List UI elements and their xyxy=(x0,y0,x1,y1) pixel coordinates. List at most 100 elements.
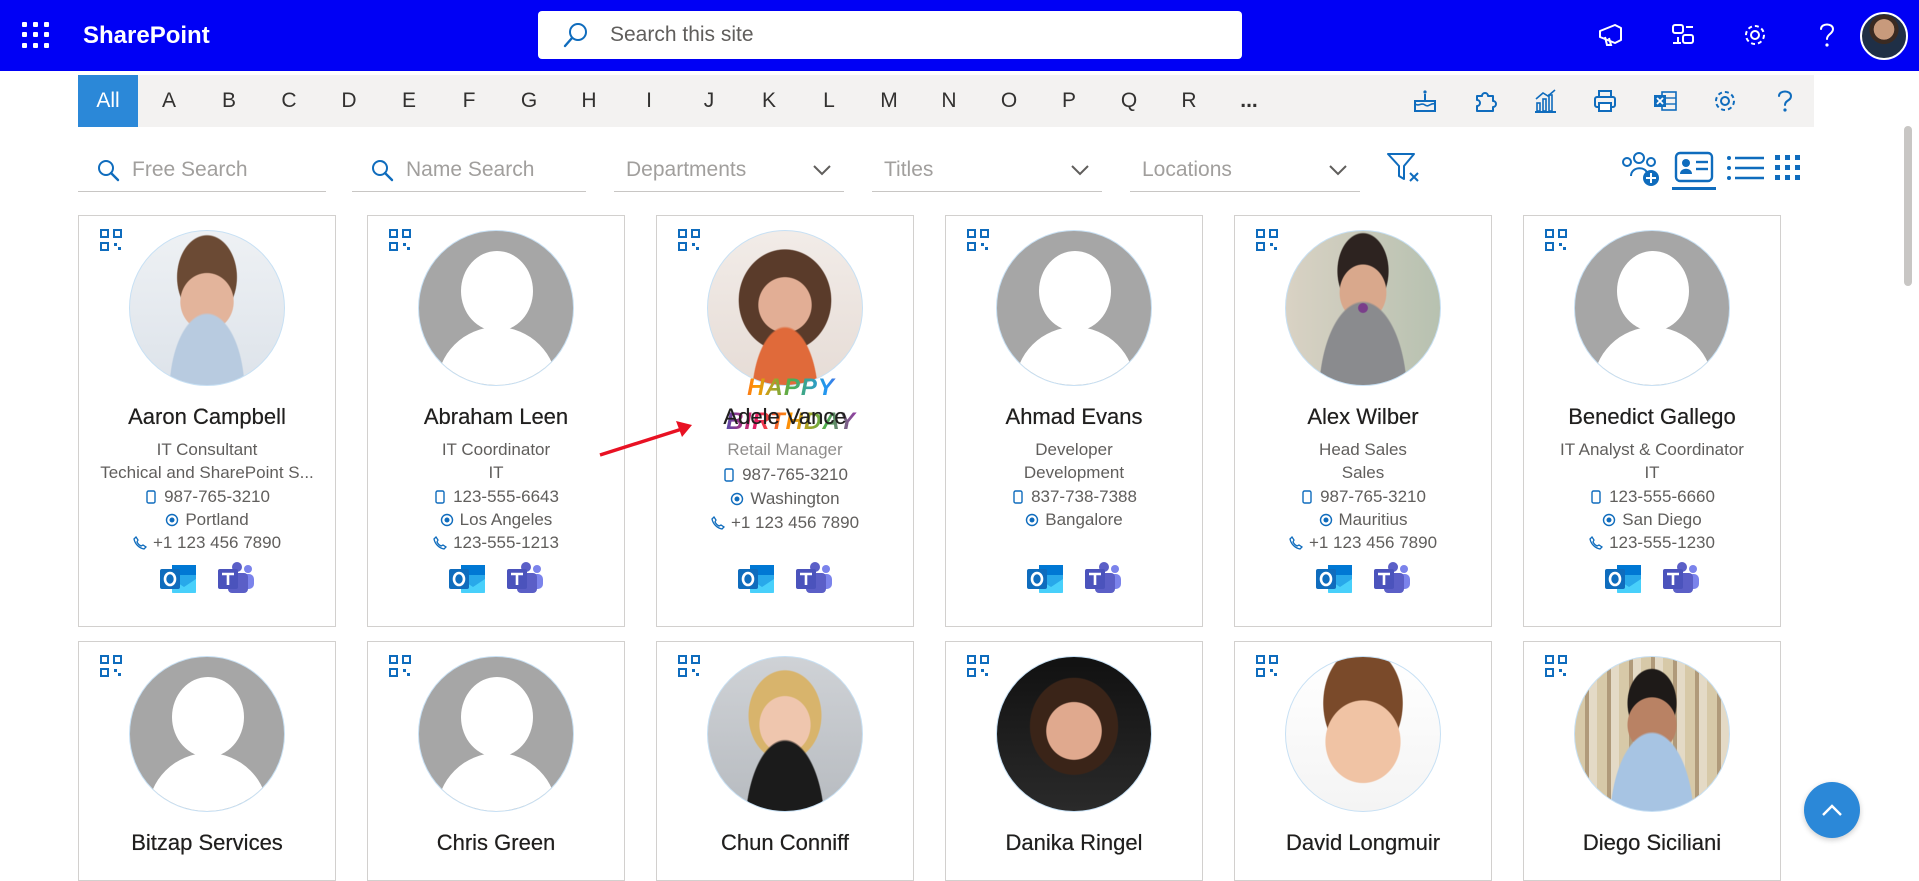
letter-m[interactable]: M xyxy=(864,75,914,127)
letter-b[interactable]: B xyxy=(204,75,254,127)
teams-icon[interactable] xyxy=(1083,561,1123,597)
site-search-box[interactable] xyxy=(538,11,1242,59)
default-avatar[interactable] xyxy=(996,230,1152,386)
person-card[interactable]: David Longmuir xyxy=(1234,641,1492,881)
person-name[interactable]: Chun Conniff xyxy=(657,830,913,856)
profile-photo[interactable] xyxy=(1285,230,1441,386)
qr-code-icon[interactable] xyxy=(99,654,123,678)
person-card[interactable]: Ahmad Evans Developer Development 837-73… xyxy=(945,215,1203,627)
grid-view-icon[interactable] xyxy=(1766,146,1810,190)
person-card[interactable]: Bitzap Services xyxy=(78,641,336,881)
letter-i[interactable]: I xyxy=(624,75,674,127)
qr-code-icon[interactable] xyxy=(388,654,412,678)
puzzle-icon[interactable] xyxy=(1468,84,1502,118)
letter-q[interactable]: Q xyxy=(1104,75,1154,127)
profile-photo[interactable] xyxy=(996,656,1152,812)
qr-code-icon[interactable] xyxy=(966,228,990,252)
person-card[interactable]: Abraham Leen IT Coordinator IT 123-555-6… xyxy=(367,215,625,627)
page-scrollbar[interactable] xyxy=(1904,126,1912,286)
user-avatar[interactable] xyxy=(1860,12,1908,60)
scroll-to-top-button[interactable] xyxy=(1804,782,1860,838)
profile-photo[interactable] xyxy=(1285,656,1441,812)
letter-g[interactable]: G xyxy=(504,75,554,127)
default-avatar[interactable] xyxy=(418,230,574,386)
person-card[interactable]: Aaron Campbell IT Consultant Techical an… xyxy=(78,215,336,627)
person-name[interactable]: Chris Green xyxy=(368,830,624,856)
card-view-icon[interactable] xyxy=(1672,146,1716,190)
print-icon[interactable] xyxy=(1588,84,1622,118)
qr-code-icon[interactable] xyxy=(677,654,701,678)
settings-icon[interactable] xyxy=(1719,14,1791,56)
qr-code-icon[interactable] xyxy=(1544,654,1568,678)
phone-row[interactable]: 123-555-1213 xyxy=(378,533,614,553)
departments-dropdown[interactable]: Departments xyxy=(614,148,844,192)
letter-n[interactable]: N xyxy=(924,75,974,127)
letter-r[interactable]: R xyxy=(1164,75,1214,127)
megaphone-icon[interactable] xyxy=(1575,14,1647,56)
letter-k[interactable]: K xyxy=(744,75,794,127)
brand-title[interactable]: SharePoint xyxy=(83,22,210,50)
profile-photo[interactable] xyxy=(707,230,863,386)
outlook-icon[interactable] xyxy=(158,561,198,597)
letter-o[interactable]: O xyxy=(984,75,1034,127)
help-icon[interactable] xyxy=(1791,14,1863,56)
qr-code-icon[interactable] xyxy=(966,654,990,678)
letter-d[interactable]: D xyxy=(324,75,374,127)
teams-icon[interactable] xyxy=(1372,561,1412,597)
letter-a[interactable]: A xyxy=(144,75,194,127)
more-letters-button[interactable]: ... xyxy=(1224,75,1274,127)
add-people-icon[interactable] xyxy=(1618,146,1662,190)
person-name[interactable]: Benedict Gallego xyxy=(1524,404,1780,430)
person-name[interactable]: Abraham Leen xyxy=(368,404,624,430)
analytics-icon[interactable] xyxy=(1528,84,1562,118)
qr-code-icon[interactable] xyxy=(99,228,123,252)
birthday-cake-icon[interactable] xyxy=(1408,84,1442,118)
letter-all[interactable]: All xyxy=(78,75,138,127)
default-avatar[interactable] xyxy=(1574,230,1730,386)
teams-icon[interactable] xyxy=(505,561,545,597)
person-name[interactable]: Danika Ringel xyxy=(946,830,1202,856)
titles-dropdown[interactable]: Titles xyxy=(872,148,1102,192)
outlook-icon[interactable] xyxy=(1025,561,1065,597)
person-card[interactable]: Benedict Gallego IT Analyst & Coordinato… xyxy=(1523,215,1781,627)
teams-icon[interactable] xyxy=(794,561,834,597)
list-view-icon[interactable] xyxy=(1724,146,1768,190)
default-avatar[interactable] xyxy=(129,656,285,812)
phone-row[interactable]: +1 123 456 7890 xyxy=(1245,533,1481,553)
qr-code-icon[interactable] xyxy=(1255,228,1279,252)
qr-code-icon[interactable] xyxy=(388,228,412,252)
phone-row[interactable]: +1 123 456 7890 xyxy=(667,513,903,533)
person-name[interactable]: Alex Wilber xyxy=(1235,404,1491,430)
help-icon[interactable] xyxy=(1768,84,1802,118)
letter-j[interactable]: J xyxy=(684,75,734,127)
free-search-field[interactable] xyxy=(78,148,326,192)
qr-code-icon[interactable] xyxy=(1544,228,1568,252)
outlook-icon[interactable] xyxy=(447,561,487,597)
mobile-row[interactable]: 987-765-3210 xyxy=(667,465,903,485)
name-search-input[interactable] xyxy=(406,157,586,182)
qr-code-icon[interactable] xyxy=(677,228,701,252)
site-search-input[interactable] xyxy=(610,23,1170,47)
profile-photo[interactable] xyxy=(707,656,863,812)
mobile-row[interactable]: 123-555-6660 xyxy=(1534,487,1770,507)
outlook-icon[interactable] xyxy=(1603,561,1643,597)
profile-photo[interactable] xyxy=(1574,656,1730,812)
letter-c[interactable]: C xyxy=(264,75,314,127)
person-name[interactable]: David Longmuir xyxy=(1235,830,1491,856)
free-search-input[interactable] xyxy=(132,157,312,182)
mobile-row[interactable]: 987-765-3210 xyxy=(89,487,325,507)
letter-h[interactable]: H xyxy=(564,75,614,127)
person-card[interactable]: Danika Ringel xyxy=(945,641,1203,881)
outlook-icon[interactable] xyxy=(736,561,776,597)
share-icon[interactable] xyxy=(1647,14,1719,56)
letter-f[interactable]: F xyxy=(444,75,494,127)
app-launcher-icon[interactable] xyxy=(20,20,50,50)
person-name[interactable]: Ahmad Evans xyxy=(946,404,1202,430)
person-card[interactable]: Chris Green xyxy=(367,641,625,881)
profile-photo[interactable] xyxy=(129,230,285,386)
name-search-field[interactable] xyxy=(352,148,586,192)
mobile-row[interactable]: 837-738-7388 xyxy=(956,487,1192,507)
mobile-row[interactable]: 123-555-6643 xyxy=(378,487,614,507)
clear-filter-icon[interactable] xyxy=(1382,146,1426,190)
teams-icon[interactable] xyxy=(216,561,256,597)
